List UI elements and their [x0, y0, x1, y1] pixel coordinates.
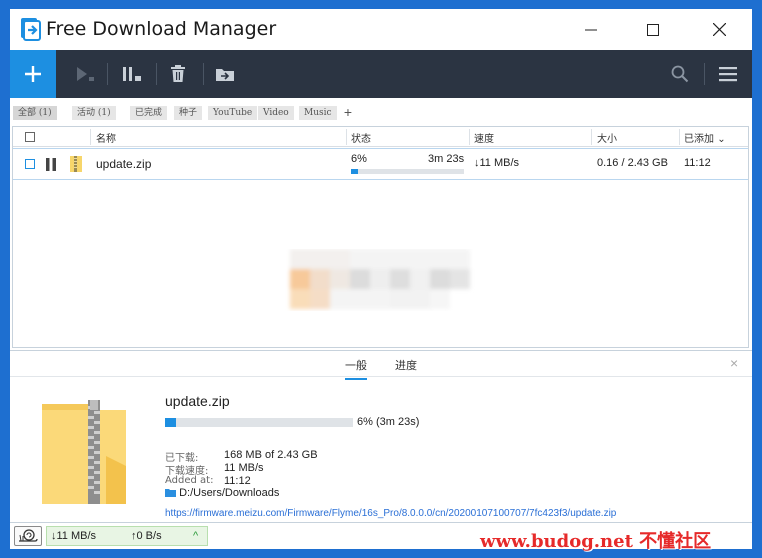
download-list: 名称 状态 速度 大小 已添加 ⌄ update.zip 6% 3m 23s ↓…	[12, 126, 749, 348]
app-window: Free Download Manager 全部 (1) 活动 (1) 已完成 …	[10, 9, 752, 549]
column-size[interactable]: 大小	[597, 130, 617, 145]
maximize-icon	[647, 23, 659, 36]
column-separator	[469, 129, 470, 145]
added-at-label: Added at:	[165, 475, 214, 486]
column-separator	[679, 129, 680, 145]
select-all-checkbox[interactable]	[25, 132, 35, 142]
title-bar: Free Download Manager	[10, 9, 752, 50]
column-added[interactable]: 已添加 ⌄	[684, 130, 726, 145]
details-file-name: update.zip	[165, 393, 230, 409]
close-details-icon[interactable]: ×	[730, 355, 738, 371]
delete-button[interactable]	[163, 50, 193, 98]
plus-icon	[25, 66, 41, 82]
fdm-logo-icon	[21, 18, 41, 41]
pause-row-icon[interactable]	[46, 158, 57, 171]
row-progress-fill	[351, 169, 358, 174]
toolbar-separator	[203, 63, 204, 85]
toolbar	[10, 50, 752, 98]
details-separator	[10, 376, 752, 377]
speed-summary[interactable]: ↓11 MB/s ↑0 B/s ^	[46, 526, 208, 546]
column-separator	[346, 129, 347, 145]
details-progress-fill	[165, 418, 177, 427]
download-folder-link[interactable]: D:/Users/Downloads	[165, 487, 279, 499]
tab-progress[interactable]: 进度	[395, 357, 417, 378]
window-title: Free Download Manager	[46, 18, 277, 40]
details-progress-bar	[165, 418, 353, 427]
minimize-button[interactable]	[568, 9, 614, 50]
start-button[interactable]	[70, 50, 100, 98]
snail-icon	[19, 529, 38, 542]
search-button[interactable]	[665, 50, 695, 98]
search-icon	[671, 65, 689, 83]
row-progress-bar	[351, 169, 464, 174]
sort-indicator-icon: ⌄	[717, 134, 726, 145]
column-speed[interactable]: 速度	[474, 130, 494, 145]
toolbar-separator	[704, 63, 705, 85]
downloaded-value: 168 MB of 2.43 GB	[224, 449, 318, 461]
tag-filter-bar: 全部 (1) 活动 (1) 已完成 种子 YouTube Video Music…	[10, 98, 752, 126]
site-watermark: www.budog.net 不懂社区	[480, 531, 712, 552]
row-size: 0.16 / 2.43 GB	[597, 157, 668, 169]
close-icon	[712, 23, 726, 36]
folder-icon	[165, 489, 176, 497]
minimize-icon	[585, 29, 597, 30]
add-tag-button[interactable]: +	[341, 105, 355, 119]
download-row[interactable]: update.zip 6% 3m 23s ↓11 MB/s 0.16 / 2.4…	[13, 148, 748, 180]
tag-music[interactable]: Music	[299, 106, 337, 120]
row-percent: 6%	[351, 153, 367, 165]
row-file-name: update.zip	[96, 157, 152, 171]
main-menu-button[interactable]	[713, 50, 743, 98]
row-time-left: 3m 23s	[428, 153, 465, 165]
list-header: 名称 状态 速度 大小 已添加 ⌄	[13, 127, 748, 147]
move-to-folder-button[interactable]	[210, 50, 240, 98]
move-icon	[216, 69, 234, 81]
trash-icon	[171, 65, 185, 82]
speed-limit-button[interactable]	[14, 526, 42, 546]
column-separator	[90, 129, 91, 145]
source-url-link[interactable]: https://firmware.meizu.com/Firmware/Flym…	[165, 508, 616, 519]
speed-value: 11 MB/s	[224, 462, 264, 474]
row-checkbox[interactable]	[25, 159, 35, 169]
close-button[interactable]	[696, 9, 742, 50]
upload-speed: ↑0 B/s	[131, 530, 162, 542]
toolbar-separator	[107, 63, 108, 85]
zip-archive-large-icon	[42, 400, 126, 504]
tag-torrent[interactable]: 种子	[174, 106, 203, 120]
expand-chevron-icon: ^	[193, 530, 199, 542]
details-panel: 一般 进度 × update.zip 6% (3m 23s) 已下载: 168 …	[10, 350, 752, 522]
blurred-area	[290, 249, 470, 309]
tag-completed[interactable]: 已完成	[130, 106, 168, 120]
tag-all[interactable]: 全部 (1)	[13, 106, 57, 120]
tag-youtube[interactable]: YouTube	[208, 106, 258, 120]
column-separator	[591, 129, 592, 145]
hamburger-menu-icon	[719, 67, 737, 82]
column-name[interactable]: 名称	[96, 130, 116, 145]
row-added: 11:12	[684, 157, 711, 169]
pause-button[interactable]	[117, 50, 147, 98]
download-speed: ↓11 MB/s	[51, 530, 97, 542]
play-icon	[77, 67, 94, 81]
tag-video[interactable]: Video	[258, 106, 294, 120]
download-folder-path: D:/Users/Downloads	[179, 487, 280, 499]
zip-file-icon	[70, 156, 82, 172]
add-download-button[interactable]	[10, 50, 56, 98]
toolbar-separator	[156, 63, 157, 85]
added-at-value: 11:12	[224, 475, 251, 487]
maximize-button[interactable]	[630, 9, 676, 50]
details-progress-text: 6% (3m 23s)	[357, 416, 420, 428]
tag-active[interactable]: 活动 (1)	[72, 106, 116, 120]
column-status[interactable]: 状态	[351, 130, 371, 145]
pause-icon	[123, 67, 141, 81]
row-speed: ↓11 MB/s	[474, 157, 520, 169]
